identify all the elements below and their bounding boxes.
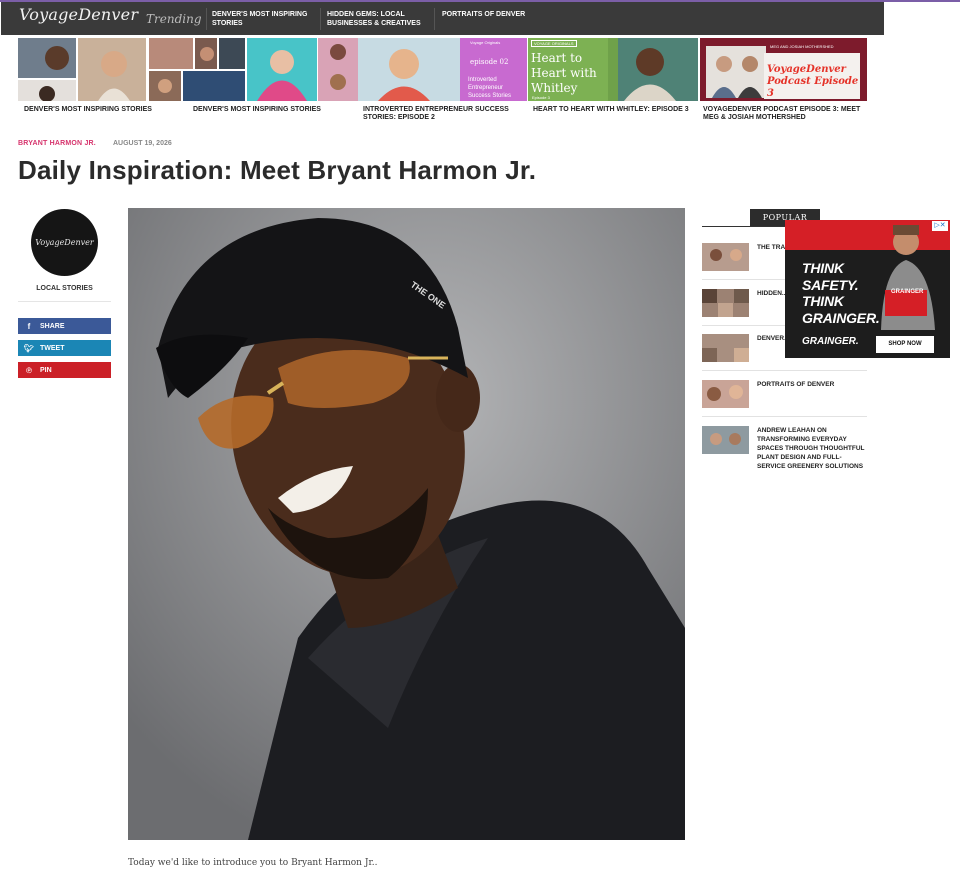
- popular-thumb: [702, 334, 749, 362]
- strip-caption[interactable]: DENVER'S MOST INSPIRING STORIES: [193, 106, 333, 114]
- pin-label: PIN: [40, 366, 52, 374]
- category-label[interactable]: LOCAL STORIES: [18, 285, 111, 292]
- page-title: Daily Inspiration: Meet Bryant Harmon Jr…: [18, 155, 537, 185]
- ad-shirt-text: GRAINGER: [891, 289, 924, 295]
- strip-caption[interactable]: INTROVERTED ENTREPRENEUR SUCCESS STORIES…: [363, 106, 513, 122]
- hero-photo: THE ONE: [128, 208, 685, 840]
- ad-brand-logo: GRAINGER.: [802, 336, 859, 347]
- strip-caption[interactable]: DENVER'S MOST INSPIRING STORIES: [24, 106, 164, 114]
- popular-thumb: [702, 243, 749, 271]
- popular-title: PORTRAITS OF DENVER: [757, 381, 835, 388]
- article-intro: Today we'd like to introduce you to Brya…: [128, 858, 378, 868]
- ad-choices-icon[interactable]: ▷✕: [932, 221, 948, 231]
- divider: [702, 416, 867, 417]
- site-logo[interactable]: VoyageDenver: [19, 5, 138, 24]
- facebook-icon: f: [27, 321, 31, 331]
- trending-label: Trending: [146, 12, 202, 26]
- strip-thumb-inspiring-1[interactable]: [18, 38, 146, 101]
- popular-title: ANDREW LEAHAN ON TRANSFORMING EVERYDAY S…: [757, 427, 865, 470]
- strip-thumb-podcast[interactable]: MEG AND JOSIAH MOTHERSHED VoyageDenver P…: [700, 38, 867, 101]
- overlay-title-text: VoyageDenver Podcast Episode 3: [767, 64, 859, 99]
- popular-thumb: [702, 426, 749, 454]
- avatar[interactable]: VoyageDenver: [31, 209, 98, 276]
- trending-divider: [206, 8, 207, 30]
- twitter-icon: 🐦︎: [23, 343, 35, 353]
- overlay-episode-text: episode 02: [470, 58, 509, 66]
- ad-headline-line: THINK: [802, 260, 844, 276]
- author-link[interactable]: BRYANT HARMON JR.: [18, 140, 96, 147]
- top-navigation-bar: VoyageDenver Trending DENVER'S MOST INSP…: [1, 2, 884, 35]
- overlay-title-text: Heart to Heart with Whitley: [531, 51, 597, 95]
- collage-image: [149, 38, 317, 101]
- overlay-small-text: MEG AND JOSIAH MOTHERSHED: [770, 44, 834, 49]
- pin-button[interactable]: ℗ PIN: [18, 362, 111, 378]
- share-label: SHARE: [40, 322, 65, 330]
- strip-thumb-whitley[interactable]: VOYAGE ORIGINALS Heart to Heart with Whi…: [528, 38, 698, 101]
- ad-headline-line: SAFETY.: [802, 276, 859, 293]
- ad-headline-line: THINK: [802, 293, 844, 309]
- trending-link-hidden-gems[interactable]: HIDDEN GEMS: LOCAL BUSINESSES & CREATIVE…: [327, 10, 432, 28]
- ad-shop-now-button[interactable]: SHOP NOW: [876, 336, 934, 353]
- overlay-episode-text: Episode 3: [532, 95, 550, 100]
- popular-thumb: [702, 289, 749, 317]
- strip-thumb-introverted[interactable]: Voyage Originals episode 02 Introverted …: [318, 38, 527, 101]
- trending-divider: [434, 8, 435, 30]
- collage-image: [18, 38, 146, 101]
- ad-headline-line: GRAINGER.: [802, 309, 880, 326]
- divider: [18, 301, 111, 302]
- pinterest-icon: ℗: [26, 365, 32, 375]
- trending-divider: [320, 8, 321, 30]
- portrait-illustration: [128, 208, 685, 840]
- overlay-small-text: Voyage Originals: [470, 40, 501, 45]
- publish-date: AUGUST 19, 2026: [113, 140, 172, 147]
- popular-thumb: [702, 380, 749, 408]
- avatar-logo-text: VoyageDenver: [35, 238, 94, 247]
- trending-link-portraits[interactable]: PORTRAITS OF DENVER: [442, 10, 552, 19]
- overlay-badge: VOYAGE ORIGINALS: [531, 40, 577, 47]
- overlay-title-text: Introverted Entrepreneur Success Stories: [468, 77, 512, 99]
- strip-thumb-inspiring-2[interactable]: [149, 38, 317, 101]
- trending-link-inspiring[interactable]: DENVER'S MOST INSPIRING STORIES: [212, 10, 317, 28]
- share-button[interactable]: f SHARE: [18, 318, 111, 334]
- divider: [702, 370, 867, 371]
- tweet-label: TWEET: [40, 344, 65, 352]
- grainger-ad[interactable]: GRAINGER THINK SAFETY. THINK GRAINGER. G…: [785, 220, 950, 358]
- strip-caption[interactable]: VOYAGEDENVER PODCAST EPISODE 3: MEET MEG…: [703, 106, 865, 122]
- ad-headline: THINK SAFETY. THINK GRAINGER.: [802, 260, 880, 326]
- tweet-button[interactable]: 🐦︎ TWEET: [18, 340, 111, 356]
- strip-caption[interactable]: HEART TO HEART WITH WHITLEY: EPISODE 3: [533, 106, 695, 114]
